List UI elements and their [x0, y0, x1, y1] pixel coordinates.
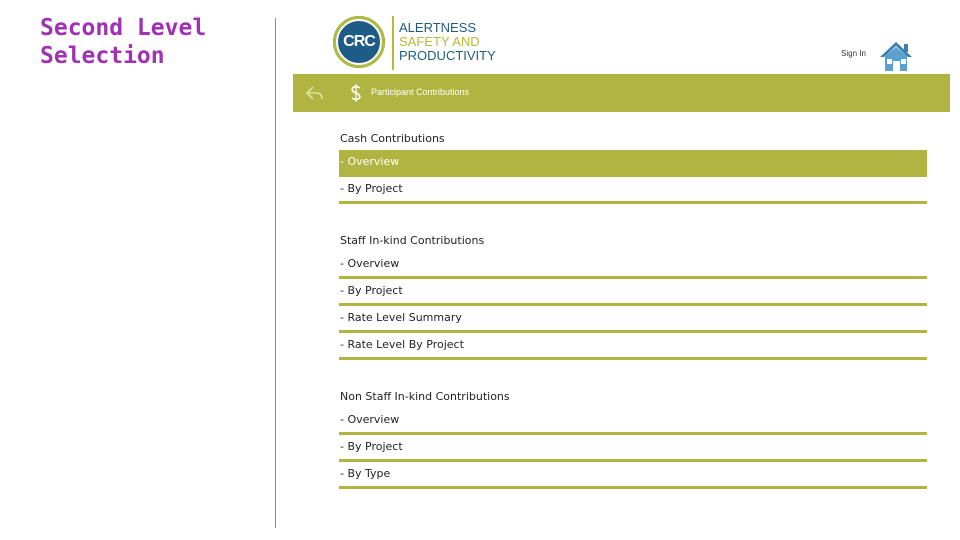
- list-item-staff-rate-level-summary[interactable]: - Rate Level Summary: [339, 306, 927, 333]
- list-item-cash-by-project[interactable]: - By Project: [339, 177, 927, 204]
- logo-divider: [392, 16, 394, 70]
- list-item-nonstaff-overview[interactable]: - Overview: [339, 408, 927, 435]
- group-non-staff-inkind: Non Staff In-kind Contributions - Overvi…: [339, 386, 927, 489]
- back-arrow-icon[interactable]: [305, 84, 325, 102]
- logo-line-1: ALERTNESS: [399, 20, 477, 35]
- app-header: CRC ALERTNESS SAFETY AND PRODUCTIVITY Si…: [293, 0, 950, 74]
- logo-abbr: CRC: [336, 19, 382, 65]
- group-heading-staff-inkind: Staff In-kind Contributions: [340, 234, 485, 247]
- divider: [275, 18, 276, 528]
- list-item-staff-by-project[interactable]: - By Project: [339, 279, 927, 306]
- list-item-cash-overview[interactable]: - Overview: [339, 150, 927, 177]
- list-item-nonstaff-by-type[interactable]: - By Type: [339, 462, 927, 489]
- home-icon[interactable]: [878, 40, 914, 72]
- logo-text: ALERTNESS SAFETY AND PRODUCTIVITY: [399, 21, 496, 63]
- logo-line-3: PRODUCTIVITY: [399, 48, 496, 63]
- logo-line-2: SAFETY AND: [399, 34, 480, 49]
- section-toolbar: Participant Contributions: [293, 74, 950, 112]
- group-heading-non-staff-inkind: Non Staff In-kind Contributions: [340, 390, 510, 403]
- crc-logo[interactable]: CRC: [333, 16, 385, 68]
- group-cash: Cash Contributions - Overview - By Proje…: [339, 128, 927, 204]
- dollar-icon: [351, 84, 361, 102]
- list-item-staff-overview[interactable]: - Overview: [339, 252, 927, 279]
- list-item-nonstaff-by-project[interactable]: - By Project: [339, 435, 927, 462]
- slide-title: Second Level Selection: [40, 15, 207, 69]
- section-title: Participant Contributions: [371, 87, 470, 97]
- group-staff-inkind: Staff In-kind Contributions - Overview -…: [339, 230, 927, 360]
- selection-list: Cash Contributions - Overview - By Proje…: [339, 128, 927, 489]
- list-item-staff-rate-level-by-project[interactable]: - Rate Level By Project: [339, 333, 927, 360]
- group-heading-cash: Cash Contributions: [340, 132, 445, 145]
- sign-in-link[interactable]: Sign In: [841, 49, 866, 58]
